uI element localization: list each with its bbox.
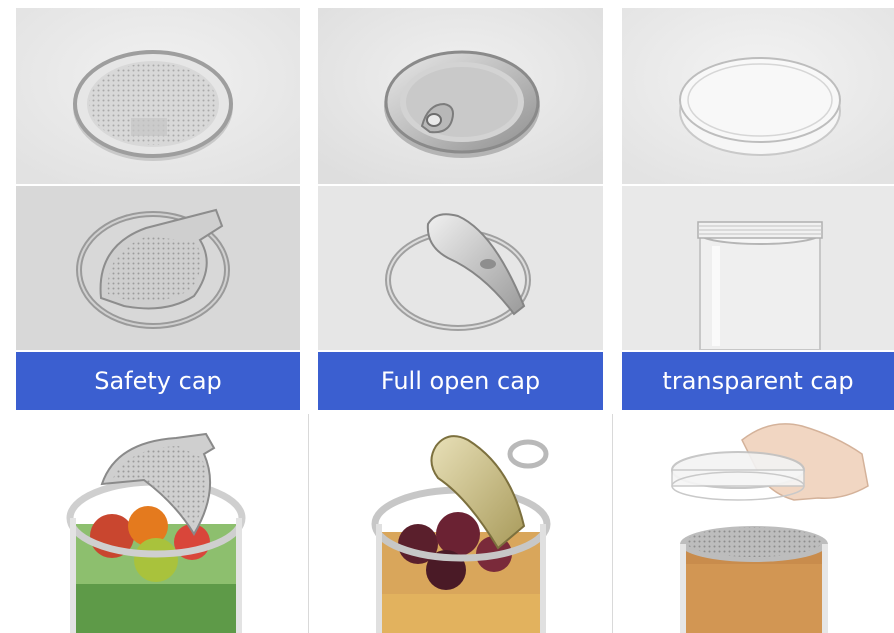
transparent-lid-photo <box>622 8 894 184</box>
transparent-jar-photo <box>622 186 894 350</box>
safety-cap-open-icon <box>16 186 300 350</box>
safety-cap-jar-icon <box>16 414 300 633</box>
safety-cap-open-photo <box>16 186 300 350</box>
transparent-cap-label: transparent cap <box>622 352 894 410</box>
transparent-cap-jar-photo <box>622 414 894 633</box>
full-open-cap-open-photo <box>318 186 603 350</box>
full-open-cap-closed-icon <box>318 8 603 184</box>
safety-cap-closed-photo <box>16 8 300 184</box>
transparent-cap-jar-with-hand-icon <box>622 414 894 633</box>
safety-cap-label: Safety cap <box>16 352 300 410</box>
full-open-cap-closed-photo <box>318 8 603 184</box>
full-open-cap-jar-icon <box>318 414 603 633</box>
transparent-jar-icon <box>622 186 894 350</box>
column-divider <box>612 414 613 633</box>
column-divider <box>308 414 309 633</box>
full-open-cap-label: Full open cap <box>318 352 603 410</box>
safety-cap-jar-photo <box>16 414 300 633</box>
safety-cap-closed-icon <box>16 8 300 184</box>
full-open-cap-jar-photo <box>318 414 603 633</box>
full-open-cap-open-icon <box>318 186 603 350</box>
transparent-lid-icon <box>622 8 894 184</box>
